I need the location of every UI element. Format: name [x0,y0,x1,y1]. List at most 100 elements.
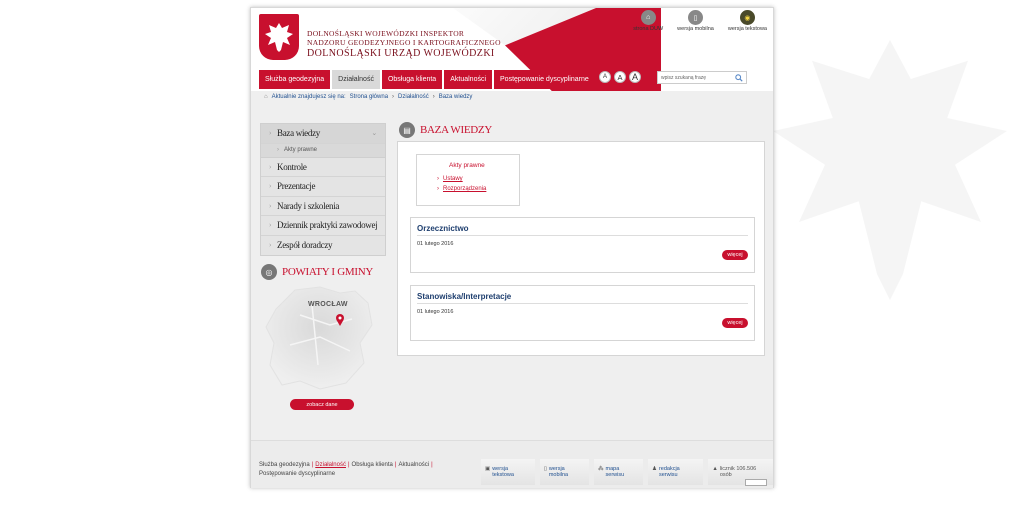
sidebar-item-label: Prezentacje [277,181,316,192]
header: DOLNOŚLĄSKI WOJEWÓDZKI INSPEKTOR NADZORU… [251,8,773,91]
eagle-emblem-icon[interactable] [259,14,299,60]
sidebar-item-dziennik[interactable]: › Dziennik praktyki zawodowej [261,216,385,236]
sidebar-subitem-label: Akty prawne [284,147,318,153]
powiaty-title: ◎ POWIATY I GMINY [261,264,373,280]
sidebar-item-zespol[interactable]: › Zespół doradczy [261,236,385,256]
divider [417,235,748,236]
acts-box: Akty prawne Ustawy Rozporządzenia [416,154,520,206]
search-placeholder: wpisz szukaną frazę [661,74,707,81]
footer-button-label: wersja mobilna [548,466,569,478]
breadcrumb-prefix: Aktualnie znajdujesz się na: [271,94,346,100]
toplink-label: wersja mobilna [677,26,714,32]
breadcrumb: ⌂ Aktualnie znajdujesz się na: Strona gł… [264,94,472,100]
toplink-mobile[interactable]: ▯ wersja mobilna [677,10,714,32]
footer-links: Służba geodezyjna | Działalność | Obsługa kl… [259,461,439,479]
page-title: ▤ BAZA WIEDZY [399,122,492,138]
sidebar-item-prezentacje[interactable]: › Prezentacje [261,177,385,197]
nav-postepowanie[interactable]: Postępowanie dyscyplinarne [494,70,595,89]
org-line-1: DOLNOŚLĄSKI WOJEWÓDZKI INSPEKTOR [307,29,465,38]
map-icon: ◎ [261,264,277,280]
footer-button-label: mapa serwisu [605,466,625,478]
font-size-controls: A A A [599,71,641,83]
sidebar-item-label: Zespół doradczy [277,240,333,251]
toplink-label: wersja tekstowa [727,26,767,32]
more-button[interactable]: więcej [722,318,748,328]
sidebar-item-kontrole[interactable]: › Kontrole [261,158,385,177]
sidebar: › Baza wiedzy ⌄ › Akty prawne › Kontrole… [260,123,386,256]
sidebar-item-label: Dziennik praktyki zawodowej [277,220,378,231]
footer-sitemap-button[interactable]: ⁂ mapa serwisu [594,459,643,485]
footer-button-label: wersja tekstowa [492,466,514,478]
org-name[interactable]: DOLNOŚLĄSKI WOJEWÓDZKI INSPEKTOR NADZORU… [307,29,501,59]
divider [417,303,748,304]
chevron-right-icon: › [269,129,272,138]
top-links: ⌂ strona DUW ▯ wersja mobilna ◉ wersja t… [633,10,767,32]
footer-link-aktualnosci[interactable]: Aktualności [398,462,429,468]
chevron-right-icon: › [269,201,272,210]
footer-buttons: ▣ wersja tekstowa ▯ wersja mobilna ⁂ map… [481,459,773,485]
footer-text-version-button[interactable]: ▣ wersja tekstowa [481,459,535,485]
breadcrumb-current[interactable]: Baza wiedzy [439,94,473,100]
sidebar-item-narady[interactable]: › Narady i szkolenia [261,197,385,216]
person-icon: ♟ [652,466,657,472]
link-ustawy[interactable]: Ustawy [437,176,463,182]
card-orzecznictwo: Orzecznictwo 01 lutego 2016 więcej [410,217,755,273]
footer-editors-button[interactable]: ♟ redakcja serwisu [648,459,704,485]
search-icon[interactable] [735,74,743,82]
zobacz-dane-button[interactable]: zobacz dane [290,399,354,410]
more-button[interactable]: więcej [722,250,748,260]
search-input[interactable]: wpisz szukaną frazę [657,71,747,84]
breadcrumb-dzialalnosc[interactable]: Działalność [398,94,429,100]
sidebar-item-label: Narady i szkolenia [277,200,340,211]
mobile-icon: ▯ [543,466,547,472]
org-line-2: NADZORU GEODEZYJNEGO I KARTOGRAFICZNEGO [307,38,501,47]
nav-aktualnosci[interactable]: Aktualności [444,70,493,89]
footer-button-label: redakcja serwisu [658,466,680,478]
eagle-icon [265,23,293,52]
nav-dzialalnosc[interactable]: Działalność [332,70,380,89]
font-medium-button[interactable]: A [614,71,626,83]
toplink-label: strona DUW [633,26,664,32]
text-version-icon: ▣ [485,466,491,472]
main-panel: Akty prawne Ustawy Rozporządzenia Orzecz… [397,141,765,356]
footer-link-postepowanie[interactable]: Postępowanie dyscyplinarne [259,471,335,477]
eagle-watermark-icon [773,40,1007,300]
nav-obsluga-klienta[interactable]: Obsługa klienta [381,70,443,89]
footer-link-sluzba[interactable]: Służba geodezyjna [259,462,310,468]
toplink-text-version[interactable]: ◉ wersja tekstowa [728,10,767,32]
home-icon: ⌂ [640,10,656,25]
sidebar-subitem-akty-prawne[interactable]: › Akty prawne [261,143,385,158]
font-large-button[interactable]: A [629,71,641,83]
chevron-right-icon: › [269,241,272,250]
map-city-label: WROCŁAW [308,301,348,308]
main-nav: Służba geodezyjna Działalność Obsługa kl… [259,70,595,89]
footer-link-obsluga[interactable]: Obsługa klienta [352,462,393,468]
powiaty-label: POWIATY I GMINY [282,266,374,278]
card-title[interactable]: Stanowiska/Interpretacje [417,292,511,301]
link-rozporzadzenia[interactable]: Rozporządzenia [437,186,486,192]
card-stanowiska: Stanowiska/Interpretacje 01 lutego 2016 … [410,285,755,341]
breadcrumb-home[interactable]: Strona główna [350,94,388,100]
card-title[interactable]: Orzecznictwo [417,224,469,233]
font-small-button[interactable]: A [599,71,611,83]
validation-badge-icon[interactable] [745,479,767,486]
region-map[interactable]: WROCŁAW [260,285,380,395]
chevron-right-icon: › [269,221,272,230]
org-line-3: DOLNOŚLĄSKI URZĄD WOJEWÓDZKI [307,48,495,59]
nav-sluzba-geodezyjna[interactable]: Służba geodezyjna [259,70,331,89]
footer: Służba geodezyjna | Działalność | Obsługa kl… [251,440,773,488]
breadcrumb-sep: › [392,94,395,100]
chevron-right-icon: › [277,147,279,153]
footer-mobile-button[interactable]: ▯ wersja mobilna [539,459,590,485]
text-version-icon: ◉ [739,10,755,25]
toplink-strona-duw[interactable]: ⌂ strona DUW [633,10,663,32]
chevron-down-icon: ⌄ [371,129,377,138]
sidebar-item-baza-wiedzy[interactable]: › Baza wiedzy ⌄ [261,124,385,144]
sidebar-item-label: Kontrole [277,161,307,172]
separator: | [431,462,433,468]
chevron-right-icon: › [269,162,272,171]
footer-link-dzialalnosc[interactable]: Działalność [315,462,346,468]
card-date: 01 lutego 2016 [417,309,454,315]
chevron-right-icon: › [269,182,272,191]
book-icon: ▤ [399,122,415,138]
